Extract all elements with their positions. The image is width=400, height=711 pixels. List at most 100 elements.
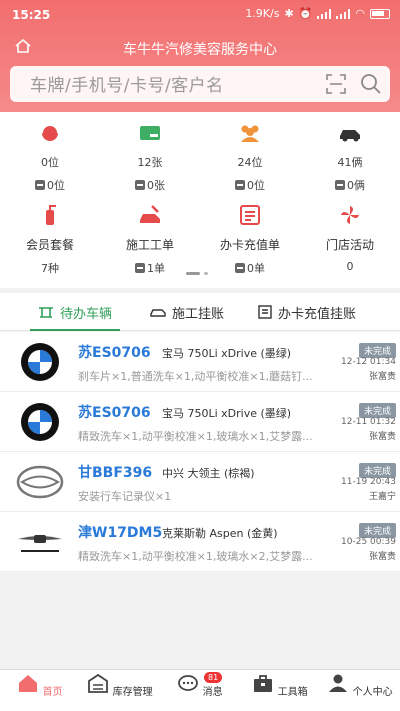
stat-value: 24位 [237, 156, 263, 169]
plate-number: 甘BBF396 [78, 465, 153, 481]
bottom-nav: 首页 库存管理 81 消息 工具箱 个人中心 [0, 669, 400, 711]
staff-name: 张富贵 [368, 432, 396, 442]
stat-sub: 0张 [100, 177, 200, 193]
status-icons: 1.9K/s ✱ ⏰ ◠ [245, 7, 390, 20]
page-title: 车牛牛汽修美容服务中心 [123, 42, 277, 58]
nav-messages[interactable]: 81 消息 [160, 672, 240, 698]
members-icon [241, 125, 259, 142]
menu-sub-text: 0单 [247, 262, 265, 275]
nav-toolbox[interactable]: 工具箱 [240, 673, 320, 698]
order-date: 12-11 01:32 [341, 417, 396, 427]
order-date: 10-25 00:39 [341, 537, 396, 547]
car-repair-icon [140, 205, 160, 223]
stat-sub-text: 0张 [147, 179, 165, 192]
card-bill-icon [240, 205, 260, 225]
status-time: 15:25 [12, 8, 51, 22]
stat-sub: 0位 [200, 177, 300, 193]
menu-card-bill[interactable]: 办卡充值单 0单 [200, 204, 300, 276]
pending-car-icon [39, 307, 53, 318]
search-input[interactable]: 车牌/手机号/卡号/客户名 [30, 71, 224, 96]
order-date: 12-12 01:34 [341, 357, 396, 367]
nav-label: 首页 [42, 687, 63, 698]
warehouse-icon [88, 673, 109, 693]
stat-cars[interactable]: 41俩 0俩 [300, 122, 400, 193]
stat-sub-text: 0位 [247, 179, 265, 192]
message-icon [178, 675, 199, 691]
pinwheel-icon [341, 206, 359, 224]
car-icon [340, 130, 360, 142]
construction-icon [150, 309, 166, 317]
list-item[interactable]: 甘BBF396 中兴 大领主 (棕褐) 安装行车记录仪×1 未完成 11-19 … [0, 452, 400, 512]
menu-sub: 1单 [100, 260, 200, 276]
menu-store-activity[interactable]: 门店活动 0 [300, 204, 400, 273]
list-item[interactable]: 津W17DM5 克莱斯勒 Aspen (金黄) 精致洗车×1,动平衡校准×1,玻… [0, 512, 400, 572]
stat-value: 41俩 [337, 156, 363, 169]
vehicle-list: 苏ES0706 宝马 750Li xDrive (墨绿) 刹车片×1,普通洗车×… [0, 332, 400, 572]
service-summary: 安装行车记录仪×1 [78, 490, 172, 503]
bmw-logo [21, 403, 59, 441]
status-badge: 未完成 [358, 463, 396, 478]
menu-member-package[interactable]: 会员套餐 7种 [0, 204, 100, 276]
stat-customer-service[interactable]: 0位 0位 [0, 122, 100, 193]
menu-work-order[interactable]: 施工工单 1单 [100, 204, 200, 276]
customer-service-icon [41, 124, 59, 141]
plate-number: 苏ES0706 [78, 345, 151, 361]
nav-inventory[interactable]: 库存管理 [80, 673, 160, 698]
car-model: 中兴 大领主 (棕褐) [162, 467, 255, 480]
chrysler-logo [18, 535, 62, 554]
list-item[interactable]: 苏ES0706 宝马 750Li xDrive (墨绿) 刹车片×1,普通洗车×… [0, 332, 400, 392]
bmw-logo [21, 343, 59, 381]
tab-pending-vehicles[interactable]: 待办车辆 [29, 293, 121, 331]
service-summary: 精致洗车×1,动平衡校准×1,玻璃水×1,艾梦露... [78, 430, 313, 443]
profile-icon [329, 674, 348, 692]
list-item[interactable]: 苏ES0706 宝马 750Li xDrive (墨绿) 精致洗车×1,动平衡校… [0, 392, 400, 452]
scan-icon[interactable] [326, 74, 346, 94]
menu-sub: 7种 [41, 262, 59, 275]
mini-icon [135, 263, 145, 273]
menu-label: 门店活动 [325, 238, 374, 252]
menu-sub: 0单 [200, 260, 300, 276]
status-badge: 未完成 [358, 343, 396, 358]
status-bar: 15:25 1.9K/s ✱ ⏰ ◠ [0, 0, 400, 28]
car-model: 宝马 750Li xDrive (墨绿) [162, 407, 292, 420]
mini-icon [335, 180, 345, 190]
mini-icon [235, 263, 245, 273]
status-badge: 未完成 [358, 523, 396, 538]
order-date: 11-19 20:43 [341, 477, 396, 487]
nav-label: 消息 [202, 687, 223, 698]
nav-label: 个人中心 [352, 687, 393, 698]
battery-icon [370, 8, 390, 19]
stat-members[interactable]: 24位 0位 [200, 122, 300, 193]
staff-name: 张富贵 [368, 372, 396, 382]
menu-sub-text: 1单 [147, 262, 165, 275]
zhongxing-logo [16, 465, 64, 499]
tab-label: 办卡充值挂账 [278, 306, 357, 322]
nav-home[interactable]: 首页 [0, 673, 80, 698]
mini-icon [235, 180, 245, 190]
signal-icon [317, 8, 332, 19]
nav-profile[interactable]: 个人中心 [320, 673, 400, 698]
stat-sub: 0位 [0, 177, 100, 193]
service-summary: 刹车片×1,普通洗车×1,动平衡校准×1,蘑菇钉... [78, 370, 313, 383]
tab-card-credit[interactable]: 办卡充值挂账 [258, 293, 356, 331]
search-icon[interactable] [360, 73, 382, 95]
service-summary: 精致洗车×1,动平衡校准×1,玻璃水×2,艾梦露... [78, 550, 313, 563]
tab-construction-credit[interactable]: 施工挂账 [150, 293, 224, 331]
stat-sub-text: 0俩 [347, 179, 365, 192]
search-bar[interactable]: 车牌/手机号/卡号/客户名 [10, 66, 390, 102]
status-badge: 未完成 [358, 403, 396, 418]
stat-value: 12张 [137, 156, 163, 169]
nav-label: 库存管理 [112, 687, 153, 698]
net-speed: 1.9K/s [245, 7, 280, 20]
staff-name: 王嘉宁 [368, 492, 396, 502]
vip-card-icon [140, 126, 160, 140]
nav-label: 工具箱 [277, 687, 308, 698]
toolbox-icon [254, 675, 273, 692]
stat-sub: 0俩 [300, 177, 400, 193]
signal-2-icon [336, 8, 351, 19]
stat-vip-card[interactable]: 12张 0张 [100, 122, 200, 193]
mini-icon [35, 180, 45, 190]
page-indicator [186, 272, 208, 275]
tab-label: 施工挂账 [172, 306, 225, 322]
menu-sub: 0 [346, 260, 354, 273]
